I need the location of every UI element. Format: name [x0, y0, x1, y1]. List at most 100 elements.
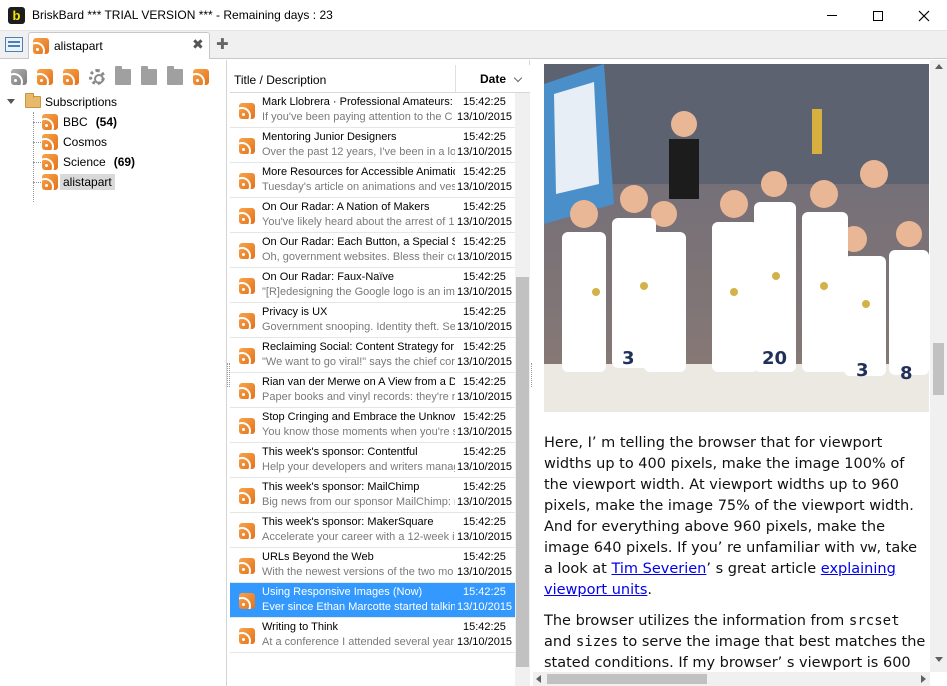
item-title: URLs Beyond the Web — [262, 551, 374, 563]
item-time: 15:42:25 — [463, 306, 506, 318]
feed-label: Cosmos — [63, 135, 108, 149]
scroll-down-icon[interactable] — [935, 657, 943, 662]
panel-menu-icon[interactable] — [5, 37, 23, 52]
scroll-up-icon[interactable] — [935, 64, 943, 69]
column-date-header[interactable]: Date — [480, 72, 506, 86]
scrollbar-thumb[interactable] — [547, 674, 707, 684]
item-title: On Our Radar: Each Button, a Special Sr — [262, 236, 455, 248]
refresh-feeds-icon[interactable] — [193, 69, 209, 85]
new-tab-button[interactable]: ✚ — [216, 35, 229, 53]
article-vertical-scrollbar[interactable] — [930, 60, 947, 672]
list-item[interactable]: Using Responsive Images (Now) Ever since … — [230, 583, 515, 618]
list-item[interactable]: Rian van der Merwe on A View from a Di Pa… — [230, 373, 515, 408]
feed-label: alistapart — [60, 174, 115, 190]
tree-feed-science[interactable]: Science (69) — [42, 152, 135, 172]
scroll-right-icon[interactable] — [921, 675, 926, 683]
rss-icon — [33, 38, 49, 54]
svg-text:3: 3 — [622, 348, 635, 369]
scrollbar-thumb[interactable] — [516, 277, 529, 667]
article-list-scrollbar[interactable] — [515, 93, 530, 686]
rss-icon — [42, 114, 58, 130]
list-item[interactable]: Reclaiming Social: Content Strategy for … — [230, 338, 515, 373]
list-item[interactable]: More Resources for Accessible Animation T… — [230, 163, 515, 198]
item-date: 13/10/2015 — [457, 601, 513, 613]
article-view-pane: 3 20 3 8 Here, I’ m telling the browser th… — [533, 60, 947, 686]
rss-icon — [239, 453, 255, 469]
unread-count: (69) — [113, 155, 136, 169]
item-time: 15:42:25 — [463, 551, 506, 563]
gear-icon[interactable] — [89, 69, 105, 85]
item-title: Using Responsive Images (Now) — [262, 586, 423, 598]
item-time: 15:42:25 — [463, 621, 506, 633]
list-item[interactable]: Mentoring Junior Designers Over the past … — [230, 128, 515, 163]
item-title: On Our Radar: A Nation of Makers — [262, 201, 430, 213]
article-photo: 3 20 3 8 — [544, 64, 929, 412]
rss-icon — [239, 628, 255, 644]
tab-close-icon[interactable]: ✖ — [192, 37, 204, 53]
add-feed-icon[interactable] — [37, 69, 53, 85]
list-item[interactable]: On Our Radar: Faux-Naïve "[R]edesigning t… — [230, 268, 515, 303]
item-time: 15:42:25 — [463, 166, 506, 178]
item-date: 13/10/2015 — [457, 496, 513, 508]
list-item[interactable]: On Our Radar: A Nation of Makers You've l… — [230, 198, 515, 233]
item-date: 13/10/2015 — [457, 636, 513, 648]
rss-icon — [42, 154, 58, 170]
item-date: 13/10/2015 — [457, 391, 513, 403]
list-item[interactable]: On Our Radar: Each Button, a Special Sr O… — [230, 233, 515, 268]
item-title: Reclaiming Social: Content Strategy for … — [262, 341, 455, 353]
item-description: Over the past 12 years, I've been in a l… — [262, 146, 455, 158]
list-item[interactable]: Privacy is UX Government snooping. Identi… — [230, 303, 515, 338]
item-time: 15:42:25 — [463, 271, 506, 283]
rss-icon — [239, 313, 255, 329]
tree-feed-bbc[interactable]: BBC (54) — [42, 112, 117, 132]
item-title: This week's sponsor: Contentful — [262, 446, 418, 458]
unread-count: (54) — [95, 115, 118, 129]
feed-label: Science — [63, 155, 106, 169]
title-bar: b BriskBard *** TRIAL VERSION *** - Rema… — [0, 0, 947, 31]
maximize-button[interactable] — [855, 0, 901, 31]
delete-folder-icon[interactable] — [167, 66, 183, 85]
rss-disabled-icon[interactable] — [11, 69, 27, 85]
list-item[interactable]: This week's sponsor: MailChimp Big news f… — [230, 478, 515, 513]
tree-folder-subscriptions[interactable]: Subscriptions — [5, 92, 117, 112]
item-description: Paper books and vinyl records: they're r — [262, 391, 455, 403]
rss-icon — [239, 593, 255, 609]
edit-folder-icon[interactable] — [141, 66, 157, 85]
collapse-icon[interactable] — [7, 99, 15, 104]
code-srcset: srcset — [848, 613, 900, 629]
rss-icon — [239, 138, 255, 154]
tab-alistapart[interactable]: alistapart ✖ — [28, 32, 210, 59]
list-header: Title / Description Date — [230, 65, 530, 93]
minimize-icon — [827, 15, 837, 16]
item-title: More Resources for Accessible Animation — [262, 166, 455, 178]
item-description: Government snooping. Identity theft. Se — [262, 321, 455, 333]
scroll-left-icon[interactable] — [536, 675, 541, 683]
list-item[interactable]: This week's sponsor: Contentful Help your… — [230, 443, 515, 478]
item-date: 13/10/2015 — [457, 321, 513, 333]
sort-chevron-icon — [513, 73, 523, 83]
column-title-header[interactable]: Title / Description — [234, 73, 326, 87]
new-folder-icon[interactable] — [115, 66, 131, 85]
edit-feed-icon[interactable] — [63, 69, 79, 85]
item-time: 15:42:25 — [463, 516, 506, 528]
item-date: 13/10/2015 — [457, 111, 513, 123]
item-date: 13/10/2015 — [457, 216, 513, 228]
feed-toolbar — [0, 60, 227, 92]
link-tim-severien[interactable]: Tim Severien — [611, 561, 706, 577]
minimize-button[interactable] — [809, 0, 855, 31]
scrollbar-thumb[interactable] — [933, 343, 944, 395]
close-window-button[interactable] — [901, 0, 947, 31]
item-date: 13/10/2015 — [457, 356, 513, 368]
folder-icon — [25, 93, 41, 108]
list-item[interactable]: Writing to Think At a conference I attend… — [230, 618, 515, 653]
list-item[interactable]: Mark Llobrera · Professional Amateurs: T… — [230, 93, 515, 128]
item-time: 15:42:25 — [463, 411, 506, 423]
list-item[interactable]: This week's sponsor: MakerSquare Accelera… — [230, 513, 515, 548]
tree-feed-alistapart[interactable]: alistapart — [42, 172, 115, 192]
article-horizontal-scrollbar[interactable] — [533, 672, 930, 686]
list-item[interactable]: URLs Beyond the Web With the newest versi… — [230, 548, 515, 583]
tree-feed-cosmos[interactable]: Cosmos — [42, 132, 107, 152]
list-item[interactable]: Stop Cringing and Embrace the Unknowr You… — [230, 408, 515, 443]
rss-icon — [239, 523, 255, 539]
rss-icon — [239, 243, 255, 259]
